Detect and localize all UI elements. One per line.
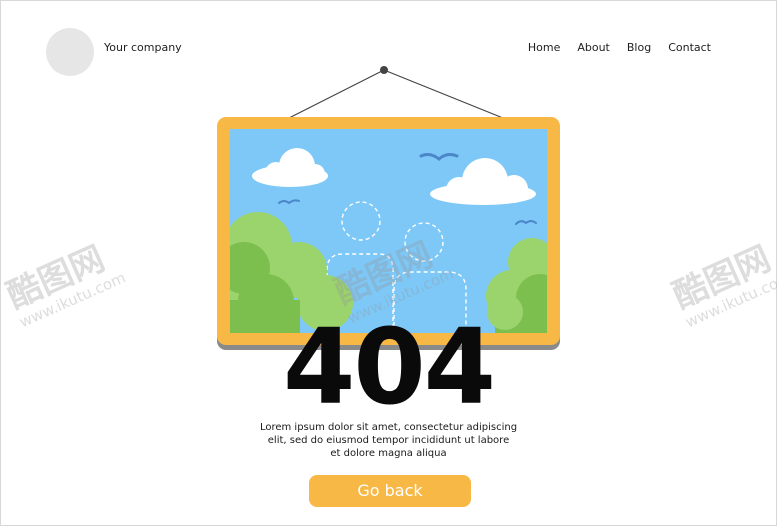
description-line: Lorem ipsum dolor sit amet, consectetur … <box>259 422 518 433</box>
hanging-string-right <box>383 69 504 119</box>
error-code: 404 <box>282 306 496 428</box>
description-line: et dolore magna aliqua <box>330 448 447 459</box>
nail-icon <box>380 66 388 74</box>
description-line: elit, sed do eiusmod tempor incididunt u… <box>267 435 510 446</box>
error-description: Lorem ipsum dolor sit amet, consectetur … <box>0 421 777 460</box>
go-back-button[interactable]: Go back <box>309 475 471 507</box>
hanging-string-left <box>288 69 385 119</box>
